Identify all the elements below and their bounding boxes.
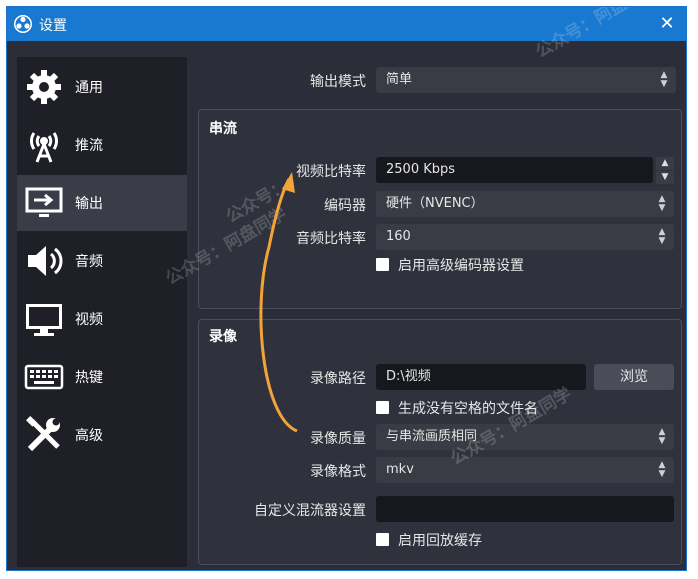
settings-window: 设置 ✕ 通用 推流 输出 音频 视频 热键 高级 输出模式 简单 ▲ ▼ 串流…	[6, 6, 687, 571]
annotation-arrow	[259, 172, 298, 433]
